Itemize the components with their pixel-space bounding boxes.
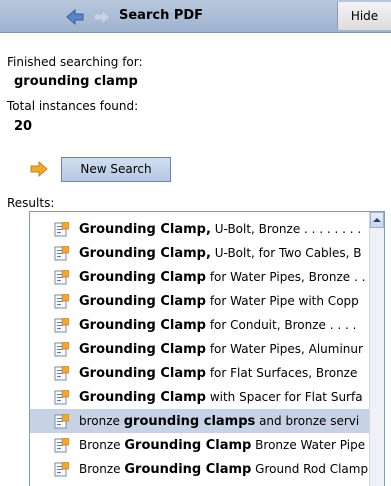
document-icon (54, 390, 69, 405)
result-item[interactable]: Grounding Clamp with Spacer for Flat Sur… (30, 385, 370, 409)
results-list[interactable]: Grounding Clamp, U-Bolt, Bronze . . . . … (29, 211, 385, 486)
result-match: Grounding Clamp (79, 390, 206, 405)
document-icon (54, 414, 69, 429)
result-match: Grounding Clamp (124, 438, 252, 453)
results-scrollbar[interactable] (369, 212, 384, 486)
back-arrow-icon[interactable] (66, 9, 84, 25)
document-icon (54, 294, 69, 309)
result-text: Grounding Clamp for Water Pipe with Copp (79, 289, 359, 313)
result-item[interactable]: Grounding Clamp, U-Bolt, Bronze . . . . … (30, 217, 370, 241)
result-suffix: and bronze servi (255, 414, 360, 428)
result-prefix: Bronze (79, 462, 125, 476)
result-suffix: for Flat Surfaces, Bronze (206, 366, 358, 380)
document-icon (54, 462, 69, 477)
result-item[interactable]: Grounding Clamp for Flat Surfaces, Bronz… (30, 361, 370, 385)
panel-title: Search PDF (119, 8, 204, 23)
result-match: grounding clamps (123, 414, 256, 429)
result-text: bronze grounding clamps and bronze servi (79, 409, 359, 433)
result-text: Bronze Grounding Clamp Bronze Water Pipe (79, 433, 365, 457)
document-icon (54, 270, 69, 285)
result-item[interactable]: Grounding Clamp for Water Pipes, Bronze … (30, 265, 370, 289)
total-label: Total instances found: (7, 99, 139, 113)
result-suffix: with Spacer for Flat Surfa (206, 390, 363, 404)
result-match: Grounding Clamp (79, 366, 206, 381)
result-text: Grounding Clamp, U-Bolt, for Two Cables,… (79, 241, 362, 265)
result-text: Grounding Clamp for Water Pipes, Aluminu… (79, 337, 363, 361)
chevron-up-icon (373, 218, 381, 222)
result-match: Grounding Clamp, (79, 246, 211, 261)
search-query: grounding clamp (14, 74, 138, 89)
result-text: Grounding Clamp for Flat Surfaces, Bronz… (79, 361, 357, 385)
document-icon (54, 246, 69, 261)
result-item[interactable]: Bronze Grounding Clamp Ground Rod Clamp (30, 457, 370, 481)
orange-arrow-icon (30, 161, 48, 177)
result-match: Grounding Clamp (79, 342, 206, 357)
document-icon (54, 366, 69, 381)
result-text: Grounding Clamp for Water Pipes, Bronze … (79, 265, 365, 289)
result-text: Grounding Clamp for Conduit, Bronze . . … (79, 313, 356, 337)
document-icon (54, 342, 69, 357)
result-text: Bronze Grounding Clamp Ground Rod Clamp (79, 457, 368, 481)
results-label: Results: (7, 196, 55, 210)
result-match: Grounding Clamp (79, 294, 206, 309)
document-icon (54, 318, 69, 333)
result-suffix: for Water Pipes, Bronze . . (206, 270, 366, 284)
result-match: Grounding Clamp, (79, 222, 211, 237)
result-suffix: U-Bolt, Bronze . . . . . . . . (210, 222, 362, 236)
result-suffix: Bronze Water Pipe (251, 438, 366, 452)
result-match: Grounding Clamp (79, 270, 206, 285)
result-suffix: for Water Pipe with Copp (206, 294, 359, 308)
result-text: Grounding Clamp with Spacer for Flat Sur… (79, 385, 363, 409)
result-prefix: bronze (79, 414, 124, 428)
instance-count: 20 (14, 119, 33, 134)
result-suffix: U-Bolt, for Two Cables, B (210, 246, 362, 260)
forward-arrow-icon[interactable] (93, 9, 111, 25)
result-prefix: Bronze (79, 438, 125, 452)
result-suffix: for Conduit, Bronze . . . . (206, 318, 357, 332)
result-item[interactable]: Grounding Clamp for Conduit, Bronze . . … (30, 313, 370, 337)
result-item[interactable]: Grounding Clamp, U-Bolt, for Two Cables,… (30, 241, 370, 265)
result-item[interactable]: Bronze Grounding Clamp Bronze Water Pipe (30, 433, 370, 457)
search-toolbar: Search PDF Hide (0, 0, 391, 33)
result-suffix: for Water Pipes, Aluminur (206, 342, 363, 356)
document-icon (54, 222, 69, 237)
result-item[interactable]: bronze grounding clamps and bronze servi (30, 409, 370, 433)
result-text: Grounding Clamp, U-Bolt, Bronze . . . . … (79, 217, 361, 241)
document-icon (54, 438, 69, 453)
scroll-up-button[interactable] (370, 212, 384, 228)
new-search-button[interactable]: New Search (61, 157, 171, 182)
hide-button[interactable]: Hide (337, 2, 391, 30)
result-match: Grounding Clamp (124, 462, 252, 477)
result-item[interactable]: Grounding Clamp for Water Pipe with Copp (30, 289, 370, 313)
result-match: Grounding Clamp (79, 318, 206, 333)
result-suffix: Ground Rod Clamp (251, 462, 369, 476)
result-item[interactable]: Grounding Clamp for Water Pipes, Aluminu… (30, 337, 370, 361)
finished-label: Finished searching for: (7, 55, 143, 69)
